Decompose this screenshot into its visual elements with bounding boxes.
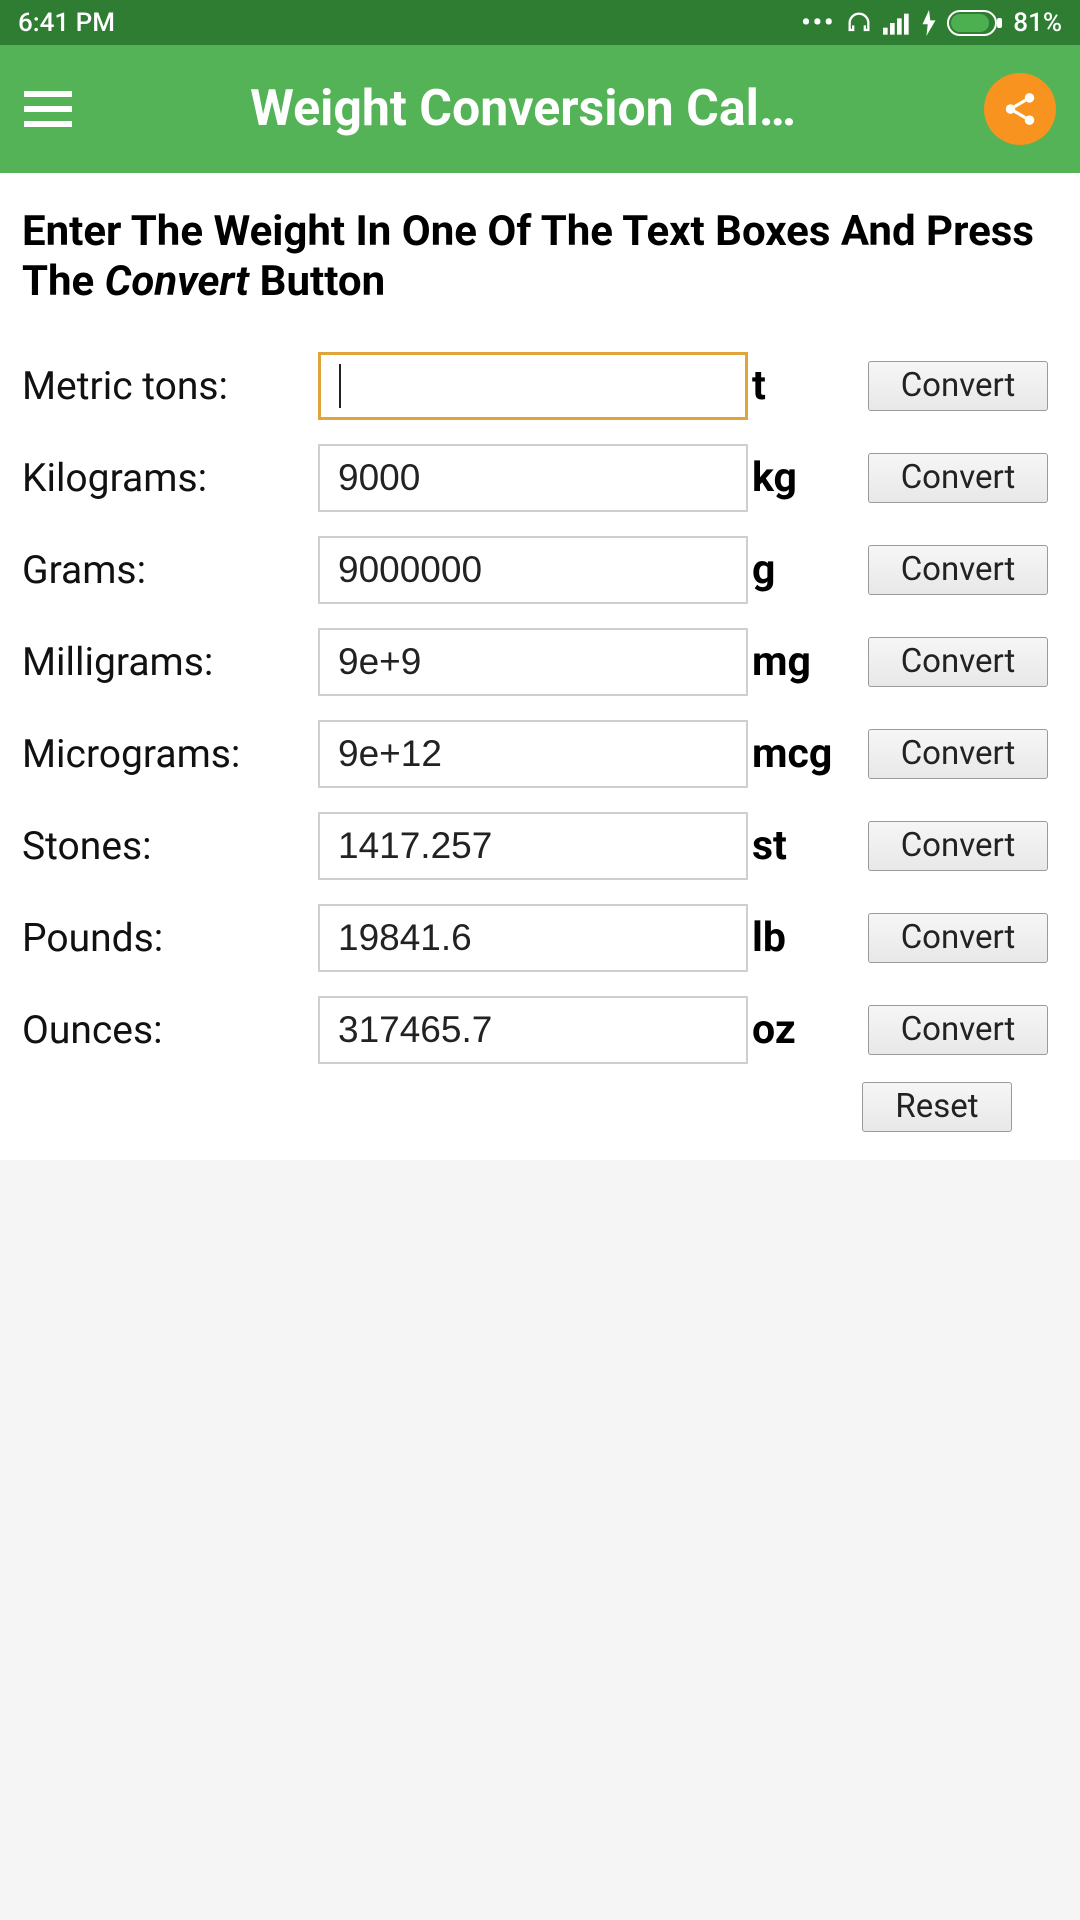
text-cursor — [339, 364, 341, 408]
input-grams[interactable] — [318, 536, 748, 604]
hamburger-icon — [24, 89, 72, 129]
row-label-milligrams: Milligrams: — [22, 639, 318, 685]
input-ounces[interactable] — [318, 996, 748, 1064]
convert-button-pounds[interactable]: Convert — [868, 913, 1048, 963]
input-micrograms[interactable] — [318, 720, 748, 788]
instruction-emph: Convert — [105, 257, 250, 306]
app-title: Weight Conversion Cal… — [120, 80, 936, 138]
convert-button-kilograms[interactable]: Convert — [868, 453, 1048, 503]
row-label-grams: Grams: — [22, 547, 318, 593]
convert-button-metric-tons[interactable]: Convert — [868, 361, 1048, 411]
more-icon: ••• — [801, 8, 835, 38]
headphones-icon — [845, 9, 873, 37]
status-bar: 6:41 PM ••• 81% — [0, 0, 1080, 45]
convert-button-milligrams[interactable]: Convert — [868, 637, 1048, 687]
unit-grams: g — [748, 546, 858, 594]
input-pounds[interactable] — [318, 904, 748, 972]
input-metric-tons[interactable] — [318, 352, 748, 420]
unit-metric-tons: t — [748, 362, 858, 410]
row-label-ounces: Ounces: — [22, 1007, 318, 1053]
row-label-stones: Stones: — [22, 823, 318, 869]
unit-milligrams: mg — [748, 638, 858, 686]
share-button[interactable] — [984, 73, 1056, 145]
share-icon — [1001, 90, 1039, 128]
input-milligrams[interactable] — [318, 628, 748, 696]
conversion-table: Metric tons: t Convert Kilograms: kg Con… — [22, 352, 1058, 1132]
input-kilograms[interactable] — [318, 444, 748, 512]
row-label-micrograms: Micrograms: — [22, 731, 318, 777]
status-right: ••• 81% — [801, 8, 1062, 38]
instruction-suffix: Button — [249, 257, 385, 306]
row-label-pounds: Pounds: — [22, 915, 318, 961]
content-area: Enter The Weight In One Of The Text Boxe… — [0, 173, 1080, 1160]
signal-icon — [883, 11, 911, 35]
status-time: 6:41 PM — [18, 8, 115, 38]
unit-pounds: lb — [748, 914, 858, 962]
unit-micrograms: mcg — [748, 730, 858, 778]
app-bar: Weight Conversion Cal… — [0, 45, 1080, 173]
unit-stones: st — [748, 822, 858, 870]
battery-icon — [947, 10, 1003, 36]
charging-icon — [921, 10, 937, 36]
convert-button-stones[interactable]: Convert — [868, 821, 1048, 871]
convert-button-ounces[interactable]: Convert — [868, 1005, 1048, 1055]
unit-ounces: oz — [748, 1006, 858, 1054]
unit-kilograms: kg — [748, 454, 858, 502]
input-stones[interactable] — [318, 812, 748, 880]
row-label-metric-tons: Metric tons: — [22, 363, 318, 409]
row-label-kilograms: Kilograms: — [22, 455, 318, 501]
menu-button[interactable] — [24, 89, 72, 129]
convert-button-micrograms[interactable]: Convert — [868, 729, 1048, 779]
instruction-text: Enter The Weight In One Of The Text Boxe… — [22, 207, 1058, 308]
convert-button-grams[interactable]: Convert — [868, 545, 1048, 595]
reset-row: Reset — [22, 1082, 1048, 1132]
battery-percent: 81% — [1013, 8, 1062, 38]
reset-button[interactable]: Reset — [862, 1082, 1012, 1132]
